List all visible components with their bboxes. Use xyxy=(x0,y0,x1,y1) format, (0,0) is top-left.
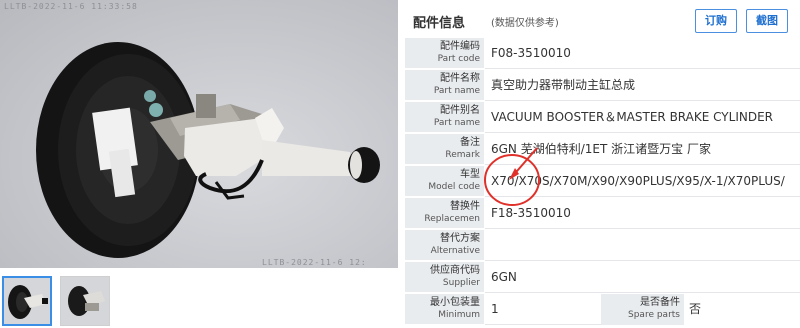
row-replacement: 替换件 Replacemen F18-3510010 xyxy=(405,198,800,229)
label-en: Part code xyxy=(437,54,480,64)
label-zh: 是否备件 xyxy=(640,297,680,308)
replacement-value[interactable]: F18-3510010 xyxy=(485,198,800,229)
label-en: Minimum xyxy=(438,310,480,320)
label-en: Model code xyxy=(428,182,480,192)
row-label: 配件名称 Part name xyxy=(405,70,484,101)
spare-parts-label: 是否备件 Spare parts xyxy=(601,294,684,325)
model-code-value: X70/X70S/X70M/X90/X90PLUS/X95/X-1/X70PLU… xyxy=(485,166,800,197)
product-gallery: LLTB-2022-11-6 11:33:58 LLTB-2022-11-6 1… xyxy=(0,0,400,328)
thumbnail-2[interactable] xyxy=(60,276,110,326)
thumbnail-strip xyxy=(0,272,400,328)
spare-parts-value: 否 xyxy=(689,302,702,316)
thumbnail-1[interactable] xyxy=(2,276,52,326)
info-header: 配件信息 (数据仅供参考) 订购 截图 xyxy=(405,0,800,40)
minimum-value: 1 xyxy=(485,294,601,325)
part-code-value: F08-3510010 xyxy=(485,38,800,69)
vacuum-booster-image xyxy=(36,42,380,258)
row-part-alias: 配件别名 Part name VACUUM BOOSTER＆MASTER BRA… xyxy=(405,102,800,133)
row-supplier: 供应商代码 Supplier 6GN xyxy=(405,262,800,293)
alternative-value xyxy=(485,230,800,261)
row-part-code: 配件编码 Part code F08-3510010 xyxy=(405,38,800,69)
row-label: 备注 Remark xyxy=(405,134,484,165)
row-label: 替换件 Replacemen xyxy=(405,198,484,229)
label-en: Part name xyxy=(433,86,480,96)
row-label: 配件别名 Part name xyxy=(405,102,484,133)
row-minimum-spare: 最小包装量 Minimum 1 是否备件 Spare parts 否 xyxy=(405,294,800,325)
label-zh: 供应商代码 xyxy=(430,265,480,276)
label-zh: 配件编码 xyxy=(440,41,480,52)
label-en: Remark xyxy=(445,150,480,160)
info-title: 配件信息 xyxy=(413,16,466,31)
label-en: Part name xyxy=(433,118,480,128)
remark-value: 6GN 芜湖伯特利/1ET 浙江诸暨万宝 厂家 xyxy=(485,134,800,165)
row-model-code: 车型 Model code X70/X70S/X70M/X90/X90PLUS/… xyxy=(405,166,800,197)
label-zh: 替代方案 xyxy=(440,233,480,244)
info-disclaimer: (数据仅供参考) xyxy=(491,18,559,29)
row-label: 替代方案 Alternative xyxy=(405,230,484,261)
screenshot-button[interactable]: 截图 xyxy=(746,9,788,33)
row-label: 配件编码 Part code xyxy=(405,38,484,69)
part-info-panel: 配件信息 (数据仅供参考) 订购 截图 配件编码 Part code F08-3… xyxy=(405,0,800,328)
label-en: Replacemen xyxy=(424,214,480,224)
main-product-photo[interactable]: LLTB-2022-11-6 11:33:58 LLTB-2022-11-6 1… xyxy=(0,0,398,268)
label-zh: 配件别名 xyxy=(440,105,480,116)
order-button[interactable]: 订购 xyxy=(695,9,737,33)
label-zh: 最小包装量 xyxy=(430,297,480,308)
part-alias-value: VACUUM BOOSTER＆MASTER BRAKE CYLINDER xyxy=(485,102,800,133)
part-name-value: 真空助力器带制动主缸总成 xyxy=(485,70,800,101)
label-en: Spare parts xyxy=(628,310,680,320)
thumbnail-1-image xyxy=(8,285,48,319)
label-zh: 车型 xyxy=(460,169,480,180)
row-label: 车型 Model code xyxy=(405,166,484,197)
row-part-name: 配件名称 Part name 真空助力器带制动主缸总成 xyxy=(405,70,800,101)
label-zh: 配件名称 xyxy=(440,73,480,84)
photo-timestamp: LLTB-2022-11-6 11:33:58 xyxy=(4,2,138,11)
row-alternative: 替代方案 Alternative xyxy=(405,230,800,261)
row-remark: 备注 Remark 6GN 芜湖伯特利/1ET 浙江诸暨万宝 厂家 xyxy=(405,134,800,165)
label-en: Alternative xyxy=(430,246,480,256)
thumbnail-2-image xyxy=(68,286,105,316)
label-zh: 替换件 xyxy=(450,201,480,212)
row-label: 最小包装量 Minimum xyxy=(405,294,484,325)
photo-timestamp-bottom: LLTB-2022-11-6 12: xyxy=(262,258,367,267)
supplier-value: 6GN xyxy=(485,262,800,293)
row-label: 供应商代码 Supplier xyxy=(405,262,484,293)
label-en: Supplier xyxy=(442,278,480,288)
label-zh: 备注 xyxy=(460,137,480,148)
